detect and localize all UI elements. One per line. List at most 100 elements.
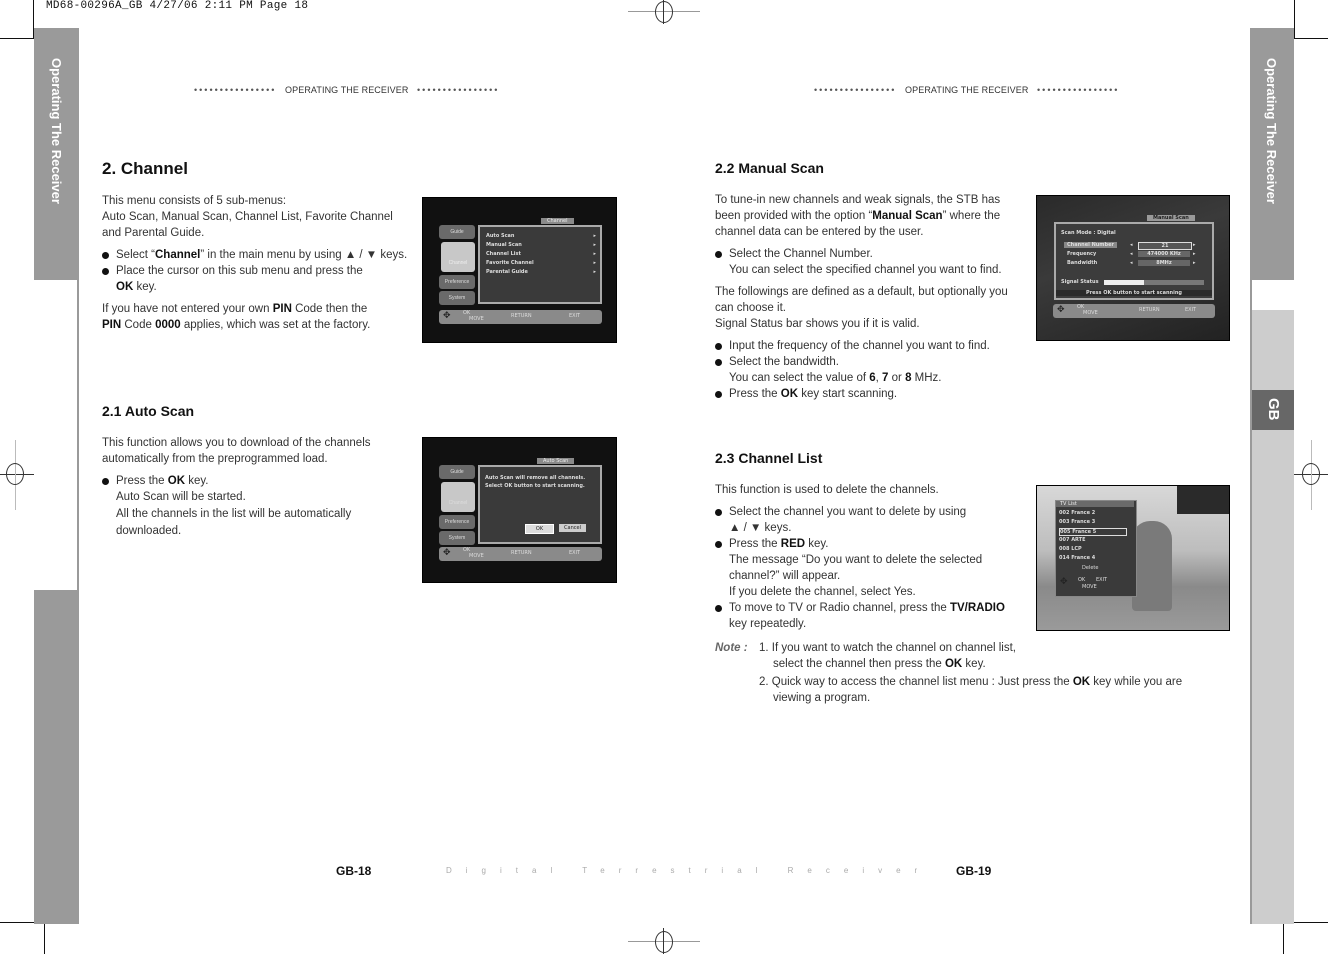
osd-delete-hint: Delete — [1082, 565, 1099, 571]
osd-hint: Press OK button to start scanning — [1056, 290, 1212, 296]
paragraph-line: channel data can be entered by the user. — [715, 226, 924, 238]
footer-title: Digital Terrestrial Receiver — [446, 866, 932, 875]
dpad-icon: ✥ — [1057, 305, 1065, 315]
osd-help-bar: ✥ OK MOVE RETURN EXIT — [439, 547, 602, 561]
osd-channel-row: 003 France 3 — [1059, 519, 1125, 525]
osd-menu-item: Parental Guide ▸ — [486, 269, 596, 275]
osd-tv-list-panel: TV List 002 France 2 003 France 3 005 Fran… — [1055, 500, 1137, 597]
print-slug: MD68-00296A_GB 4/27/06 2:11 PM Page 18 — [46, 0, 309, 12]
section-heading: 2. Channel — [102, 159, 188, 178]
channel-number: 005 — [1060, 529, 1071, 535]
chevron-right-icon: ▸ — [593, 242, 596, 248]
osd-cancel-button: Cancel — [559, 524, 586, 532]
bullet-item: Select the Channel Number. You can select… — [715, 246, 1035, 278]
osd-menu-item: Auto Scan ▸ — [486, 233, 596, 239]
osd-tab-guide: Guide — [439, 465, 475, 479]
chevron-right-icon: ▸ — [593, 269, 596, 275]
channel-number: 007 — [1059, 537, 1070, 543]
registration-mark-left — [0, 440, 34, 510]
osd-signal-label: Signal Status — [1061, 279, 1099, 285]
channel-number: 014 — [1059, 555, 1070, 561]
running-head-right: •••••••••••••••• OPERATING THE RECEIVER … — [814, 85, 1119, 95]
osd-title: Channel — [541, 218, 574, 224]
osd-message: Select OK button to start scanning. — [485, 483, 585, 489]
registration-mark-bottom — [628, 928, 700, 954]
arrow-right-icon: ▸ — [1193, 251, 1196, 257]
dpad-icon: ✥ — [443, 548, 451, 558]
arrow-left-icon: ◂ — [1130, 251, 1133, 257]
note-line: 2. Quick way to access the channel list … — [759, 676, 1183, 688]
osd-message: Auto Scan will remove all channels. — [485, 475, 586, 481]
paragraph-line: If you have not entered your own PIN Cod… — [102, 303, 368, 315]
paragraph-line: This menu consists of 5 sub-menus: — [102, 195, 287, 207]
arrow-left-icon: ◂ — [1130, 260, 1133, 266]
subsection-heading: 2.1 Auto Scan — [102, 403, 195, 419]
side-tab-label: Operating The Receiver — [49, 58, 64, 204]
bullet-item: Press the OK key start scanning. — [715, 386, 1035, 402]
note-block: Note : 1. If you want to watch the chann… — [715, 640, 1215, 706]
side-tab-light-lower — [1252, 430, 1294, 924]
chevron-right-icon: ▸ — [593, 251, 596, 257]
osd-help-bar: ✥ OK MOVE RETURN EXIT — [439, 310, 602, 324]
dots: •••••••••••••••• — [1037, 85, 1120, 95]
osd-menu-panel: Auto Scan ▸ Manual Scan ▸ Channel List ▸ Favor… — [478, 225, 602, 304]
paragraph-line: Auto Scan, Manual Scan, Channel List, Fa… — [102, 211, 393, 223]
registration-mark-right — [1294, 440, 1328, 510]
bullet-item: Select the channel you want to delete by… — [715, 504, 1035, 536]
osd-field-label: Bandwidth — [1067, 260, 1098, 266]
subsection-heading: 2.2 Manual Scan — [715, 160, 824, 176]
crop-mark — [1294, 0, 1295, 38]
dpad-icon: ✥ — [443, 311, 451, 321]
dpad-icon: ✥ — [1060, 577, 1068, 587]
paragraph-line: and Parental Guide. — [102, 227, 205, 239]
running-head-title: OPERATING THE RECEIVER — [905, 85, 1029, 95]
side-tab-light — [1252, 310, 1294, 390]
paragraph-line: downloaded. — [116, 525, 182, 537]
osd-tab-preference: Preference — [439, 515, 475, 529]
note-label: Note : — [715, 642, 748, 654]
dots: •••••••••••••••• — [194, 85, 277, 95]
osd-signal-bar — [1104, 280, 1204, 285]
channel-section-body: This menu consists of 5 sub-menus: Auto … — [102, 193, 422, 333]
osd-channel-row: 008 LCP — [1059, 546, 1125, 552]
bullet-item: Input the frequency of the channel you w… — [715, 338, 1035, 354]
osd-tab-guide: Guide — [439, 225, 475, 239]
channel-list-body: This function is used to delete the chan… — [715, 482, 1035, 632]
osd-menu-item: Channel List ▸ — [486, 251, 596, 257]
paragraph-line: This function is used to delete the chan… — [715, 484, 939, 496]
crop-mark — [0, 922, 34, 923]
arrow-left-icon: ◂ — [1130, 242, 1133, 248]
osd-menu-item: Favorite Channel ▸ — [486, 260, 596, 266]
manual-scan-body: To tune-in new channels and weak signals… — [715, 192, 1035, 402]
page-number-left: GB-18 — [336, 864, 372, 878]
channel-name: France 5 — [1072, 529, 1097, 535]
paragraph-line: To tune-in new channels and weak signals… — [715, 194, 1001, 206]
paragraph-line: The followings are defined as a default,… — [715, 286, 1008, 298]
osd-manual-panel: Scan Mode : Digital Channel Number ◂ 21 ▸ Fr… — [1054, 222, 1214, 300]
osd-channel-row: 002 France 2 — [1059, 510, 1125, 516]
screenshot-channel-menu: Guide Channel Preference System Channel … — [422, 197, 617, 343]
bullet-item: Press the RED key. The message “Do you wa… — [715, 536, 1035, 600]
screenshot-tv-list: TV List 002 France 2 003 France 3 005 Fran… — [1036, 485, 1230, 631]
osd-dialog: Auto Scan will remove all channels. Sele… — [478, 465, 602, 544]
osd-tab-system: System — [439, 291, 475, 305]
osd-field-label: Frequency — [1067, 251, 1097, 257]
tab-rule — [77, 280, 79, 592]
osd-field-label: Channel Number — [1064, 242, 1117, 248]
screenshot-auto-scan: Guide Channel Preference System Auto Sca… — [422, 437, 617, 583]
side-tab-label: Operating The Receiver — [1264, 58, 1279, 204]
osd-channel-row: 005 France 5 — [1059, 528, 1127, 536]
crop-mark — [44, 922, 45, 954]
dots: •••••••••••••••• — [814, 85, 897, 95]
language-tab-label: GB — [1265, 398, 1282, 421]
paragraph-line: All the channels in the list will be aut… — [116, 508, 352, 520]
dots: •••••••••••••••• — [417, 85, 500, 95]
side-tab-left: Operating The Receiver — [34, 28, 79, 280]
note-line: viewing a program. — [773, 692, 871, 704]
channel-number: 008 — [1059, 546, 1070, 552]
arrow-right-icon: ▸ — [1193, 242, 1196, 248]
bullet-item: Select the bandwidth. You can select the … — [715, 354, 1035, 386]
note-line: select the channel then press the OK key… — [773, 658, 986, 670]
osd-field-value: 8MHz — [1138, 260, 1190, 266]
screenshot-manual-scan: Manual Scan Scan Mode : Digital Channel … — [1036, 195, 1230, 341]
